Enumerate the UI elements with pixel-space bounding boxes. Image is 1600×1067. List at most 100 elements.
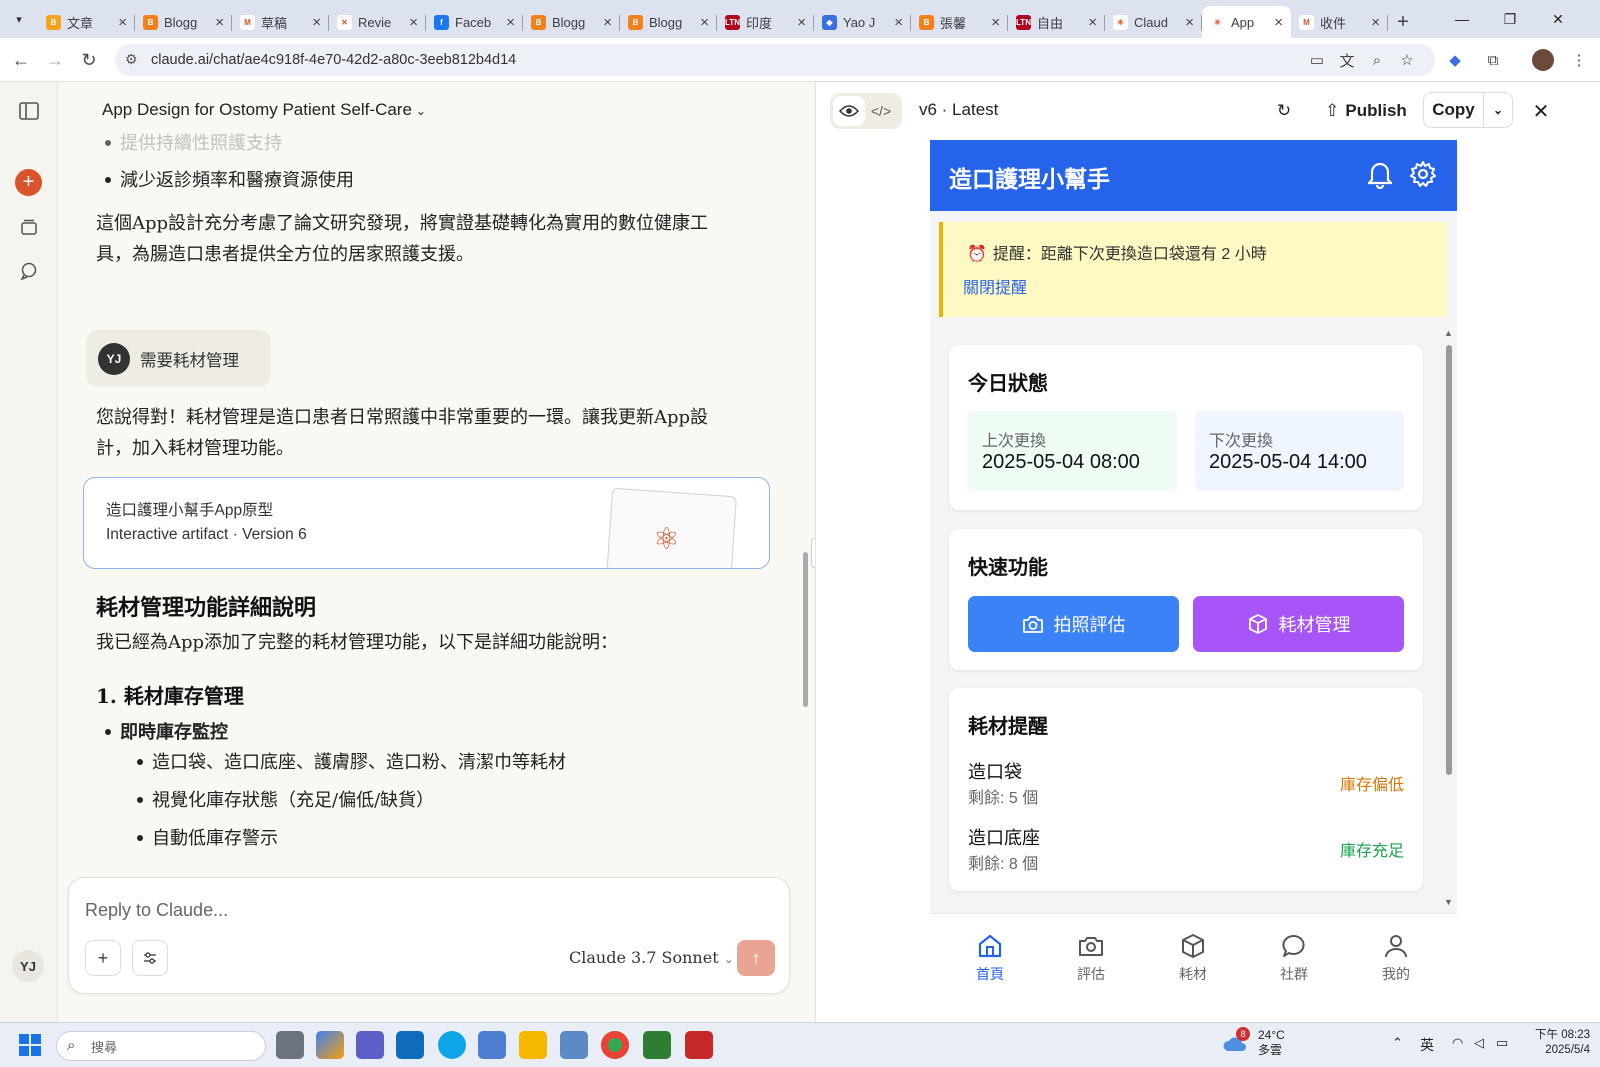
- reply-input[interactable]: Reply to Claude...: [85, 900, 228, 921]
- chrome-icon[interactable]: [601, 1031, 629, 1059]
- nav-assess[interactable]: 評估: [1061, 932, 1121, 984]
- publish-button[interactable]: ⇧ Publish: [1321, 94, 1411, 128]
- browser-tab[interactable]: B 文章 ×: [38, 6, 135, 38]
- tab-close-icon[interactable]: ×: [797, 14, 806, 31]
- tab-close-icon[interactable]: ×: [603, 14, 612, 31]
- taskbar-search[interactable]: ⌕ 搜尋: [56, 1031, 266, 1061]
- supply-manage-button[interactable]: 耗材管理: [1193, 596, 1404, 652]
- browser-tab[interactable]: B Blogg ×: [620, 6, 717, 38]
- copy-button[interactable]: Copy ⌄: [1423, 92, 1513, 128]
- chat-title-dropdown[interactable]: App Design for Ostomy Patient Self-Care ⌄: [102, 100, 426, 120]
- preview-eye-icon[interactable]: [833, 96, 865, 126]
- copy-label[interactable]: Copy: [1424, 93, 1484, 127]
- browser-tab[interactable]: ✳ App ×: [1202, 6, 1291, 38]
- browser-tab[interactable]: ✳ Claud ×: [1105, 6, 1202, 38]
- site-info-icon[interactable]: ⚙: [125, 51, 138, 68]
- projects-icon[interactable]: [17, 215, 41, 239]
- browser-menu-icon[interactable]: ⋮: [1568, 49, 1590, 71]
- forward-icon[interactable]: →: [41, 46, 69, 74]
- chats-icon[interactable]: [17, 259, 41, 283]
- tab-close-icon[interactable]: ×: [894, 14, 903, 31]
- attach-plus-button[interactable]: +: [85, 940, 121, 976]
- browser-tab[interactable]: M 草稿 ×: [232, 6, 329, 38]
- refresh-icon[interactable]: ↻: [1269, 94, 1299, 128]
- photos-icon[interactable]: [560, 1031, 588, 1059]
- app-icon[interactable]: [643, 1031, 671, 1059]
- bookmark-star-icon[interactable]: ☆: [1396, 49, 1418, 71]
- minimize-icon[interactable]: —: [1438, 0, 1486, 38]
- clock[interactable]: 下午 08:23 2025/5/4: [1528, 1028, 1590, 1058]
- extensions-puzzle-icon[interactable]: ⧉: [1482, 49, 1504, 71]
- user-avatar[interactable]: YJ: [12, 950, 44, 982]
- browser-tab[interactable]: ◆ Yao J ×: [814, 6, 911, 38]
- tab-close-icon[interactable]: ×: [991, 14, 1000, 31]
- close-window-icon[interactable]: ✕: [1534, 0, 1582, 38]
- wifi-icon[interactable]: ◠: [1452, 1035, 1463, 1051]
- composer[interactable]: Reply to Claude... + Claude 3.7 Sonnet ⌄…: [68, 877, 790, 994]
- tab-close-icon[interactable]: ×: [1274, 14, 1283, 31]
- nav-community[interactable]: 社群: [1264, 932, 1324, 984]
- browser-tab[interactable]: ✕ Revie ×: [329, 6, 426, 38]
- task-view-icon[interactable]: [276, 1031, 304, 1059]
- tab-close-icon[interactable]: ×: [506, 14, 515, 31]
- tray-chevron-up-icon[interactable]: ⌃: [1392, 1035, 1403, 1051]
- browser-tab[interactable]: B Blogg ×: [523, 6, 620, 38]
- nav-supplies[interactable]: 耗材: [1163, 932, 1223, 984]
- tab-search-chevron-icon[interactable]: ▾: [0, 0, 38, 38]
- browser-tab[interactable]: LTN 印度 ×: [717, 6, 814, 38]
- tab-close-icon[interactable]: ×: [215, 14, 224, 31]
- gear-icon[interactable]: [1408, 159, 1438, 189]
- battery-icon[interactable]: ▭: [1496, 1035, 1508, 1051]
- windows-start-icon[interactable]: [18, 1033, 42, 1057]
- scroll-down-icon[interactable]: ▼: [1444, 897, 1453, 907]
- browser-tab[interactable]: M 收件 ×: [1291, 6, 1388, 38]
- new-tab-button[interactable]: +: [1388, 6, 1418, 38]
- tab-close-icon[interactable]: ×: [700, 14, 709, 31]
- tab-close-icon[interactable]: ×: [312, 14, 321, 31]
- view-toggle[interactable]: </>: [830, 93, 902, 129]
- address-bar[interactable]: ⚙ claude.ai/chat/ae4c918f-4e70-42d2-a80c…: [115, 44, 1435, 76]
- app-scrollbar[interactable]: [1446, 345, 1452, 775]
- acrobat-icon[interactable]: [685, 1031, 713, 1059]
- tab-close-icon[interactable]: ×: [1371, 14, 1380, 31]
- back-icon[interactable]: ←: [7, 46, 35, 74]
- code-icon[interactable]: </>: [865, 96, 897, 126]
- nav-profile[interactable]: 我的: [1366, 932, 1426, 984]
- volume-icon[interactable]: ◁: [1474, 1035, 1484, 1051]
- weather-widget[interactable]: 24°C 多雲: [1258, 1028, 1285, 1058]
- scroll-up-icon[interactable]: ▲: [1444, 328, 1453, 338]
- extension-diamond-icon[interactable]: ◆: [1444, 49, 1466, 71]
- settings-sliders-icon[interactable]: [132, 940, 168, 976]
- copilot-icon[interactable]: [316, 1031, 344, 1059]
- chevron-down-icon[interactable]: ⌄: [1484, 103, 1512, 117]
- chat-scrollbar[interactable]: [803, 552, 808, 707]
- new-chat-button[interactable]: +: [15, 169, 42, 196]
- teams-icon[interactable]: [356, 1031, 384, 1059]
- photo-assess-button[interactable]: 拍照評估: [968, 596, 1179, 652]
- close-panel-icon[interactable]: ✕: [1526, 94, 1556, 128]
- store-icon[interactable]: [478, 1031, 506, 1059]
- bell-icon[interactable]: [1366, 159, 1396, 190]
- reload-icon[interactable]: ↻: [75, 46, 103, 74]
- browser-tab[interactable]: B Blogg ×: [135, 6, 232, 38]
- profile-avatar[interactable]: [1532, 49, 1554, 71]
- version-label[interactable]: v6 · Latest: [919, 100, 998, 120]
- ime-indicator[interactable]: 英: [1420, 1035, 1434, 1055]
- restore-icon[interactable]: ❐: [1486, 0, 1534, 38]
- edge-icon[interactable]: [438, 1031, 466, 1059]
- send-button[interactable]: ↑: [737, 940, 775, 976]
- artifact-card[interactable]: 造口護理小幫手App原型 Interactive artifact · Vers…: [83, 477, 770, 569]
- browser-tab[interactable]: f Faceb ×: [426, 6, 523, 38]
- browser-tab[interactable]: LTN 自由 ×: [1008, 6, 1105, 38]
- weather-cloud-icon[interactable]: 8: [1222, 1027, 1250, 1055]
- tab-close-icon[interactable]: ×: [409, 14, 418, 31]
- install-app-icon[interactable]: ▭: [1306, 49, 1328, 71]
- sidebar-toggle-icon[interactable]: [17, 99, 41, 123]
- translate-icon[interactable]: 文: [1336, 49, 1358, 71]
- zoom-icon[interactable]: ⌕: [1366, 49, 1388, 71]
- nav-home[interactable]: 首頁: [960, 932, 1020, 984]
- tab-close-icon[interactable]: ×: [1088, 14, 1097, 31]
- tab-close-icon[interactable]: ×: [118, 14, 127, 31]
- model-selector[interactable]: Claude 3.7 Sonnet ⌄: [569, 948, 734, 967]
- tab-close-icon[interactable]: ×: [1185, 14, 1194, 31]
